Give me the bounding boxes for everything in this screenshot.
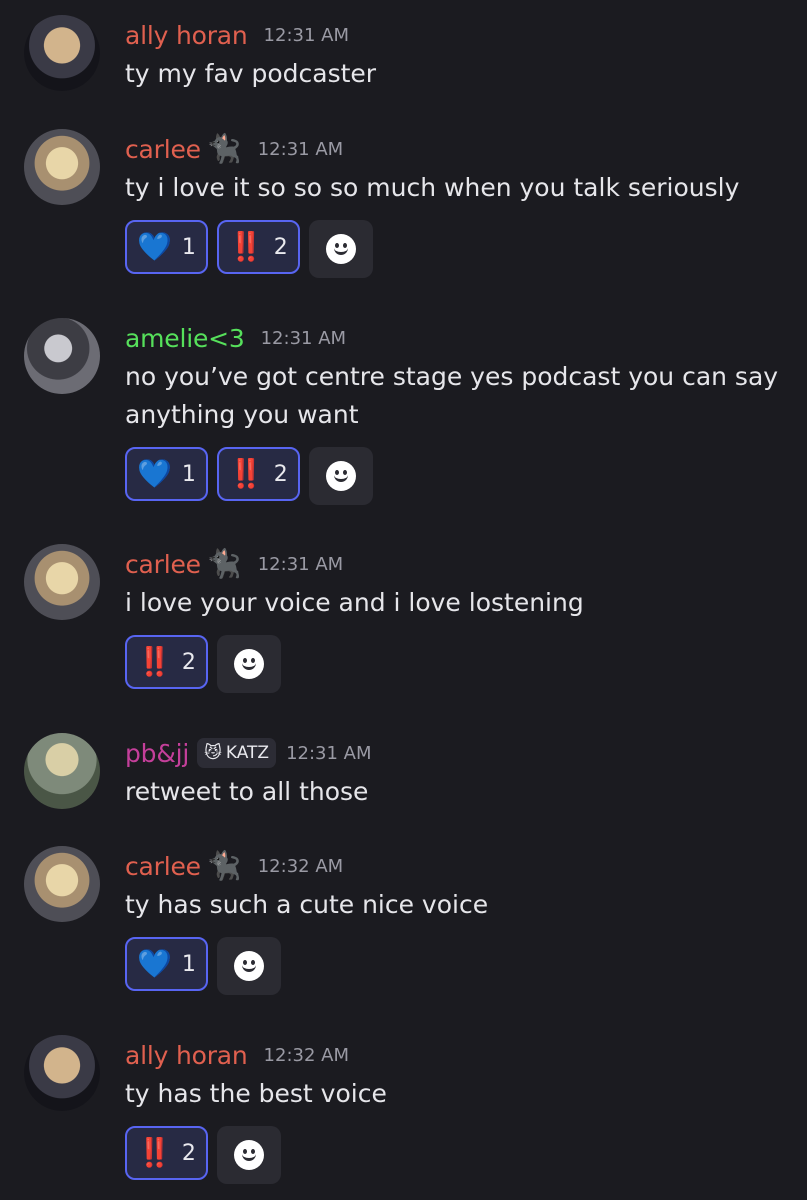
cat-badge-icon: 🐈‍⬛ <box>206 132 242 165</box>
add-reaction-button[interactable] <box>216 937 281 995</box>
add-reaction-button[interactable] <box>216 635 281 693</box>
message-text: ty has such a cute nice voice <box>125 890 489 919</box>
server-tag[interactable]: 😼 KATZ <box>197 738 277 768</box>
timestamp: 12:31 AM <box>257 138 344 160</box>
reaction-blue-heart[interactable]: 💙 1 <box>125 220 208 274</box>
avatar[interactable] <box>24 544 100 620</box>
add-reaction-button[interactable] <box>308 447 373 505</box>
reaction-double-exclamation[interactable]: ‼️ 2 <box>125 1126 208 1180</box>
message-header: carlee 🐈‍⬛ 12:32 AM <box>125 851 343 881</box>
author-name[interactable]: pb&jj <box>125 739 189 768</box>
message-text: retweet to all those <box>125 777 369 806</box>
reaction-count: 2 <box>181 1140 196 1166</box>
author-name[interactable]: ally horan <box>125 1041 248 1070</box>
author-name[interactable]: carlee <box>125 135 201 164</box>
blue-heart-icon: 💙 <box>137 230 172 263</box>
reaction-count: 1 <box>181 951 196 977</box>
author-name[interactable]: amelie<3 <box>125 324 245 353</box>
avatar[interactable] <box>24 733 100 809</box>
message-header: ally horan 12:32 AM <box>125 1040 349 1070</box>
author-name[interactable]: ally horan <box>125 21 248 50</box>
double-exclamation-icon: ‼️ <box>137 1136 172 1169</box>
reactions-bar: 💙 1 ‼️ 2 <box>125 220 373 278</box>
reaction-count: 2 <box>273 461 288 487</box>
avatar[interactable] <box>24 1035 100 1111</box>
smiley-icon <box>325 234 356 264</box>
timestamp: 12:31 AM <box>286 742 372 764</box>
message-text: anything you want <box>125 400 359 429</box>
avatar[interactable] <box>24 15 100 91</box>
blue-heart-icon: 💙 <box>137 947 172 980</box>
cat-badge-icon: 🐈‍⬛ <box>206 849 242 882</box>
reaction-double-exclamation[interactable]: ‼️ 2 <box>216 220 300 274</box>
message-header: ally horan 12:31 AM <box>125 20 349 50</box>
reactions-bar: 💙 1 ‼️ 2 <box>125 447 373 505</box>
avatar[interactable] <box>24 318 100 394</box>
reaction-blue-heart[interactable]: 💙 1 <box>125 937 208 991</box>
reaction-count: 1 <box>181 461 196 487</box>
message-header: amelie<3 12:31 AM <box>125 323 346 353</box>
message-text: ty has the best voice <box>125 1079 387 1108</box>
timestamp: 12:31 AM <box>260 327 347 349</box>
smiley-icon <box>233 951 264 981</box>
timestamp: 12:32 AM <box>263 1044 349 1066</box>
reaction-count: 2 <box>273 234 288 260</box>
timestamp: 12:31 AM <box>257 553 344 575</box>
cat-badge-icon: 🐈‍⬛ <box>206 547 242 580</box>
add-reaction-button[interactable] <box>216 1126 281 1184</box>
smiley-icon <box>233 1140 264 1170</box>
cat-face-icon: 😼 <box>204 743 222 763</box>
message-text: ty i love it so so so much when you talk… <box>125 173 740 202</box>
avatar[interactable] <box>24 846 100 922</box>
reaction-double-exclamation[interactable]: ‼️ 2 <box>216 447 300 501</box>
message-header: pb&jj 😼 KATZ 12:31 AM <box>125 738 372 768</box>
reactions-bar: ‼️ 2 <box>125 1126 281 1184</box>
blue-heart-icon: 💙 <box>137 457 172 490</box>
reaction-count: 2 <box>181 649 196 675</box>
message-header: carlee 🐈‍⬛ 12:31 AM <box>125 134 343 164</box>
double-exclamation-icon: ‼️ <box>228 230 264 263</box>
reaction-blue-heart[interactable]: 💙 1 <box>125 447 208 501</box>
reaction-double-exclamation[interactable]: ‼️ 2 <box>125 635 208 689</box>
author-name[interactable]: carlee <box>125 550 201 579</box>
timestamp: 12:31 AM <box>263 24 349 46</box>
message-text: no you’ve got centre stage yes podcast y… <box>125 362 779 391</box>
reaction-count: 1 <box>181 234 196 260</box>
timestamp: 12:32 AM <box>257 855 344 877</box>
smiley-icon <box>325 461 356 491</box>
avatar[interactable] <box>24 129 100 205</box>
message-header: carlee 🐈‍⬛ 12:31 AM <box>125 549 343 579</box>
double-exclamation-icon: ‼️ <box>137 645 172 678</box>
double-exclamation-icon: ‼️ <box>228 457 264 490</box>
message-text: ty my fav podcaster <box>125 59 377 88</box>
message-text: i love your voice and i love lostening <box>125 588 584 617</box>
smiley-icon <box>233 649 264 679</box>
add-reaction-button[interactable] <box>308 220 373 278</box>
reactions-bar: ‼️ 2 <box>125 635 281 693</box>
reactions-bar: 💙 1 <box>125 937 281 995</box>
server-tag-label: KATZ <box>225 743 270 763</box>
author-name[interactable]: carlee <box>125 852 201 881</box>
